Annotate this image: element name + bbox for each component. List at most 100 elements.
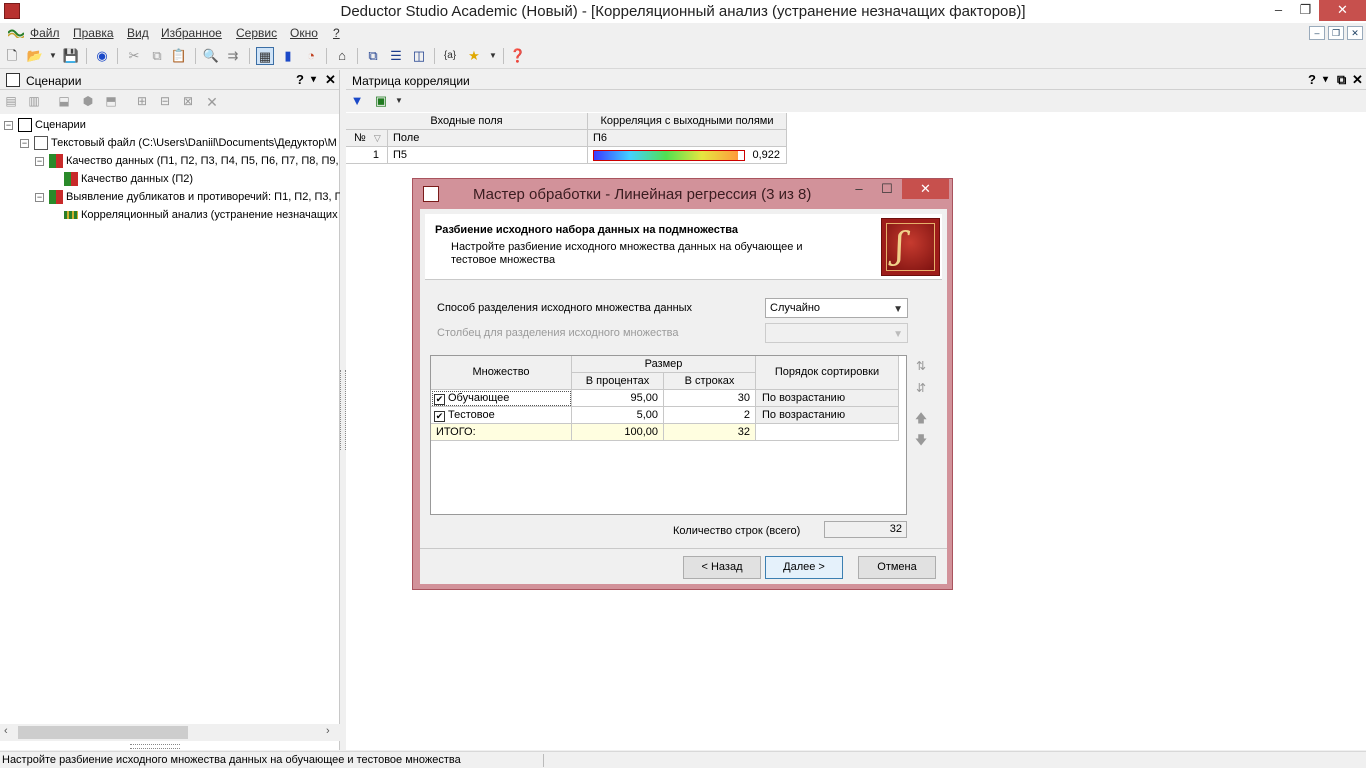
chevron-down-icon: ▼ <box>893 329 903 340</box>
test-rows[interactable]: 2 <box>664 407 756 424</box>
menu-view[interactable]: Вид <box>127 26 149 40</box>
scrollbar-thumb[interactable] <box>18 726 188 739</box>
move-up-icon[interactable]: 🡅 <box>913 409 929 425</box>
matrix-pin-button[interactable]: ▾ <box>1323 74 1328 85</box>
clock-icon[interactable]: ◔ <box>302 47 320 65</box>
restore-button[interactable]: ❐ <box>1292 0 1319 21</box>
table-row-train-name[interactable]: ✔ Обучающее <box>431 390 572 407</box>
menu-file[interactable]: Файл <box>30 26 60 40</box>
column-set-header[interactable]: Множество <box>431 356 572 390</box>
sort-descending-icon[interactable]: ⇵ <box>913 381 929 397</box>
star-icon[interactable]: ★ <box>465 47 483 65</box>
filter-small-icon[interactable]: ▽ <box>374 133 381 143</box>
collapse-icon[interactable]: − <box>35 157 44 166</box>
menu-favorites[interactable]: Избранное <box>161 26 222 40</box>
next-button[interactable]: Далее > <box>765 556 843 579</box>
column-output-header[interactable]: П6 <box>588 130 787 147</box>
matrix-help-button[interactable]: ? <box>1308 72 1316 87</box>
menu-service[interactable]: Сервис <box>236 26 277 40</box>
scenarios-help-button[interactable]: ? <box>296 72 304 87</box>
tile-horizontal-icon[interactable]: ☰ <box>387 47 405 65</box>
regression-logo-icon: ʃ <box>881 218 940 276</box>
dialog-maximize-button[interactable]: ☐ <box>873 181 901 197</box>
scenarios-icon[interactable]: ▦ <box>256 47 274 65</box>
matrix-float-button[interactable]: ⧉ <box>1337 72 1346 88</box>
run-all-icon[interactable]: ▥ <box>25 94 43 110</box>
column-sort-header[interactable]: Порядок сортировки <box>756 356 899 390</box>
tree-horizontal-scrollbar[interactable]: ‹ › <box>0 724 340 741</box>
run-icon[interactable]: ▤ <box>2 94 20 110</box>
collapse-icon[interactable]: − <box>4 121 13 130</box>
test-checkbox[interactable]: ✔ <box>434 411 445 422</box>
excel-export-icon[interactable]: ▣ <box>372 92 390 110</box>
minimize-button[interactable]: – <box>1265 0 1292 21</box>
notebook-icon[interactable]: ▮ <box>279 47 297 65</box>
train-rows[interactable]: 30 <box>664 390 756 407</box>
title-bar: Deductor Studio Academic (Новый) - [Корр… <box>0 0 1366 23</box>
table-row-test-name[interactable]: ✔ Тестовое <box>431 407 572 424</box>
export-icon[interactable]: ⬒ <box>102 94 120 110</box>
cut-icon[interactable]: ✂ <box>125 47 143 65</box>
variables-icon[interactable]: {a} <box>441 47 459 65</box>
matrix-close-button[interactable]: ✕ <box>1352 72 1363 88</box>
mdi-close-button[interactable]: ✕ <box>1347 26 1363 40</box>
train-sort[interactable]: По возрастанию <box>756 390 899 407</box>
menu-edit[interactable]: Правка <box>73 26 114 40</box>
train-checkbox[interactable]: ✔ <box>434 394 445 405</box>
cascade-icon[interactable]: ⧉ <box>364 47 382 65</box>
import-icon[interactable]: ⬓ <box>55 94 73 110</box>
close-button[interactable]: ✕ <box>1319 0 1366 21</box>
tree-collapse-icon[interactable]: ⊟ <box>156 94 174 110</box>
column-rows-header[interactable]: В строках <box>664 373 756 390</box>
cancel-button[interactable]: Отмена <box>858 556 936 579</box>
scroll-left-icon[interactable]: ‹ <box>4 725 8 737</box>
tile-vertical-icon[interactable]: ◫ <box>410 47 428 65</box>
column-percent-header[interactable]: В процентах <box>572 373 664 390</box>
move-down-icon[interactable]: 🡇 <box>913 431 929 447</box>
row-field[interactable]: П5 <box>388 147 588 164</box>
find-next-icon[interactable]: ⇉ <box>224 47 242 65</box>
window-title: Deductor Studio Academic (Новый) - [Корр… <box>340 3 1026 20</box>
copy-icon[interactable]: ⧉ <box>148 47 166 65</box>
find-icon[interactable]: 🔍 <box>202 47 220 65</box>
split-column-select[interactable]: ▼ <box>765 323 908 343</box>
filter-icon[interactable]: ▼ <box>348 92 366 110</box>
scroll-right-icon[interactable]: › <box>326 725 330 737</box>
paste-icon[interactable]: 📋 <box>170 47 188 65</box>
mdi-minimize-button[interactable]: – <box>1309 26 1325 40</box>
favorites-dropdown-icon[interactable]: ▼ <box>484 47 502 65</box>
panel-splitter-grip[interactable] <box>130 744 180 749</box>
train-percent[interactable]: 95,00 <box>572 390 664 407</box>
collapse-icon[interactable]: − <box>35 193 44 202</box>
back-button[interactable]: < Назад <box>683 556 761 579</box>
new-icon[interactable]: 🗋 <box>3 47 21 65</box>
export-dropdown-icon[interactable]: ▼ <box>390 92 408 110</box>
open-icon[interactable]: 📂 <box>26 47 44 65</box>
data-quality-icon <box>49 154 63 169</box>
column-field-header[interactable]: Поле <box>388 130 588 147</box>
process-icon[interactable]: ⬢ <box>79 94 97 110</box>
dialog-close-button[interactable]: ✕ <box>902 179 949 199</box>
dialog-minimize-button[interactable]: – <box>845 181 873 196</box>
home-icon[interactable]: ⌂ <box>333 47 351 65</box>
save-icon[interactable]: 💾 <box>62 47 80 65</box>
delete-icon[interactable]: ✕ <box>203 94 221 110</box>
tree-move-icon[interactable]: ⊠ <box>179 94 197 110</box>
split-method-select[interactable]: Случайно ▼ <box>765 298 908 318</box>
collapse-icon[interactable]: − <box>20 139 29 148</box>
open-dropdown-icon[interactable]: ▼ <box>44 47 62 65</box>
document-icon[interactable] <box>8 28 24 38</box>
wizard-icon[interactable]: ◉ <box>93 47 111 65</box>
help-icon[interactable]: ❓ <box>509 47 527 65</box>
test-sort[interactable]: По возрастанию <box>756 407 899 424</box>
column-number-header[interactable]: № ▽ <box>346 130 388 147</box>
sort-ascending-icon[interactable]: ⇅ <box>913 359 929 375</box>
menu-window[interactable]: Окно <box>290 26 318 40</box>
mdi-restore-button[interactable]: ❐ <box>1328 26 1344 40</box>
tree-expand-icon[interactable]: ⊞ <box>133 94 151 110</box>
scenarios-close-button[interactable]: ✕ <box>325 72 336 88</box>
test-percent[interactable]: 5,00 <box>572 407 664 424</box>
status-text: Настройте разбиение исходного множества … <box>2 754 461 766</box>
scenarios-pin-button[interactable]: ▾ <box>311 74 316 85</box>
menu-help[interactable]: ? <box>333 26 340 40</box>
